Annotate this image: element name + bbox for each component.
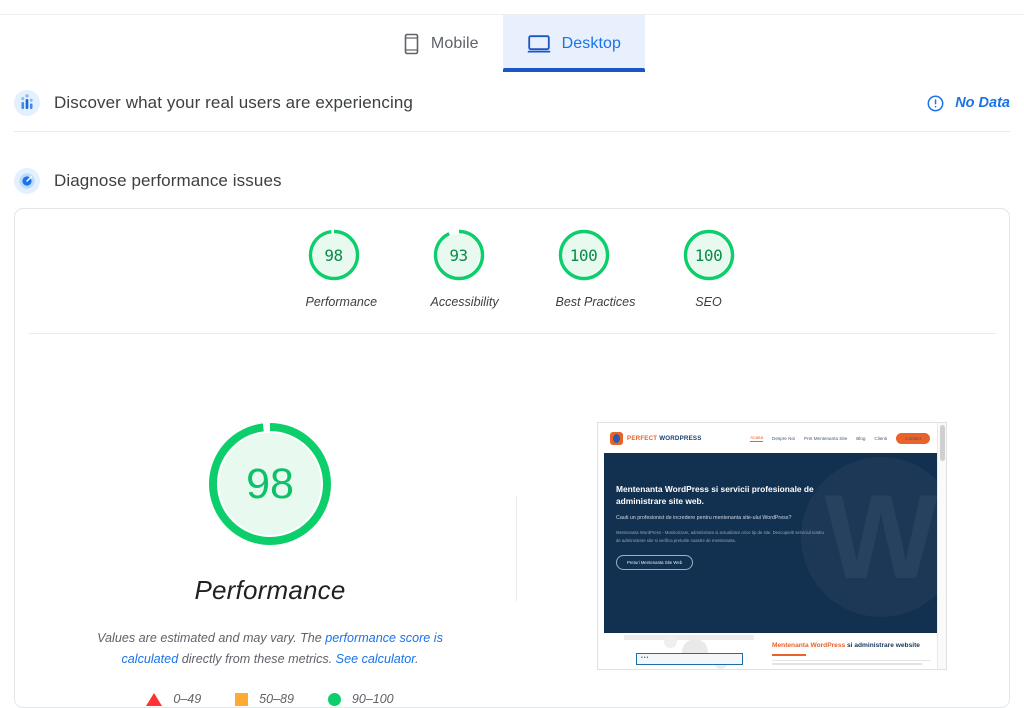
thumb-navbar: PERFECT WORDPRESS Acasa Despre Noi Pret …: [598, 423, 939, 453]
tab-mobile[interactable]: Mobile: [379, 15, 503, 72]
thumb-footer-text: Mentenanta WordPress si administrare web…: [772, 641, 932, 667]
desktop-icon: [527, 34, 551, 54]
field-data-icon: [14, 90, 40, 116]
pagespeed-report: Mobile Desktop Discover what your real u…: [0, 0, 1024, 708]
category-score-label: SEO: [695, 295, 722, 309]
thumb-nav-item: Despre Noi: [772, 435, 796, 441]
thumb-footer-lines: [772, 659, 932, 666]
thumb-footer-title: Mentenanta WordPress si administrare web…: [772, 641, 932, 651]
score-legend: 0–49 50–89 90–100: [45, 692, 495, 706]
info-circle-icon: [927, 95, 944, 112]
thumb-footer-section: Mentenanta WordPress si administrare web…: [604, 633, 939, 669]
gauge-ring: 98: [306, 227, 362, 283]
legend-range: 90–100: [351, 692, 394, 706]
lighthouse-results-card: 98 Performance 93 Accessibility 100 Best…: [14, 208, 1010, 708]
thumb-scrollbar[interactable]: [937, 423, 946, 669]
legend-item-fail: 0–49: [146, 692, 201, 706]
thumb-input-field: [636, 653, 743, 665]
square-icon: [235, 692, 249, 706]
thumb-logo-blue: WORDPRESS: [659, 434, 702, 442]
diagnose-icon: [14, 168, 40, 194]
card-divider: [29, 333, 996, 334]
field-data-section-header: Discover what your real users are experi…: [14, 88, 1010, 118]
thumb-footer-accent: [772, 654, 806, 656]
legend-item-average: 50–89: [235, 692, 294, 706]
category-score-value: 93: [449, 245, 468, 265]
diagnose-section-header: Diagnose performance issues: [14, 166, 1010, 196]
mobile-icon: [403, 33, 420, 55]
thumb-logo: PERFECT WORDPRESS: [610, 431, 702, 445]
gauge-ring: 100: [681, 227, 737, 283]
thumb-footer-title-blue: si administrare website: [847, 642, 920, 649]
category-score-value: 98: [324, 245, 343, 265]
tab-mobile-label: Mobile: [430, 34, 479, 52]
field-data-divider: [14, 131, 1010, 132]
category-score-label: Best Practices: [555, 295, 636, 309]
device-tab-bar: Mobile Desktop: [0, 14, 1024, 72]
page-screenshot-thumbnail[interactable]: PERFECT WORDPRESS Acasa Despre Noi Pret …: [597, 422, 947, 670]
category-score-list: 98 Performance 93 Accessibility 100 Best…: [15, 227, 1011, 309]
performance-description: Values are estimated and may vary. The p…: [45, 628, 495, 670]
thumb-logo-text: PERFECT WORDPRESS: [627, 435, 702, 442]
performance-gauge: 98: [205, 419, 335, 549]
thumb-logo-mark: [610, 431, 623, 445]
desc-text-2: directly from these metrics.: [178, 652, 336, 666]
wordpress-w-icon: W: [824, 470, 938, 604]
field-data-status-label: No Data: [955, 95, 1010, 111]
thumb-nav-item: Acasa: [750, 434, 764, 442]
category-score-label: Performance: [305, 295, 378, 309]
performance-title: Performance: [194, 575, 346, 605]
desc-text-1: Values are estimated and may vary. The: [97, 631, 326, 645]
tab-desktop-label: Desktop: [561, 34, 622, 52]
thumb-nav-item: Clienti: [874, 435, 888, 441]
category-score-accessibility[interactable]: 93 Accessibility: [430, 227, 499, 309]
triangle-icon: [146, 692, 163, 706]
tab-desktop[interactable]: Desktop: [502, 15, 646, 72]
legend-item-pass: 90–100: [327, 692, 394, 706]
category-score-value: 100: [694, 245, 723, 265]
tab-active-indicator: [502, 68, 646, 72]
diagnose-title: Diagnose performance issues: [54, 171, 282, 190]
category-score-performance[interactable]: 98 Performance: [305, 227, 378, 309]
thumb-hero-body: Mentenanta WordPress - Monitorizam, admi…: [616, 530, 824, 543]
performance-score-value: 98: [246, 459, 294, 508]
thumb-footer-title-orange: Mentenanta WordPress: [772, 642, 847, 649]
field-data-title: Discover what your real users are experi…: [54, 93, 413, 112]
thumb-hero-subheading: Cauti un profesionist de incredere pentr…: [616, 515, 792, 521]
performance-summary: 98 Performance Values are estimated and …: [45, 419, 495, 670]
legend-range: 0–49: [173, 692, 202, 706]
thumb-hero-button: Preturi Mentenanta Site Web: [616, 555, 694, 570]
thumb-nav-item: Pret Mentenanta Site: [804, 435, 848, 441]
desc-text-3: .: [415, 652, 419, 666]
category-score-label: Accessibility: [430, 295, 499, 309]
thumb-logo-orange: PERFECT: [627, 434, 660, 442]
gauge-ring: 100: [556, 227, 612, 283]
thumb-nav-item: Blog: [856, 435, 866, 441]
thumb-nav-items: Acasa Despre Noi Pret Mentenanta Site Bl…: [750, 432, 930, 444]
thumb-hero-heading: Mentenanta WordPress si servicii profesi…: [616, 484, 814, 506]
thumb-hero-text: Mentenanta WordPress si servicii profesi…: [616, 483, 826, 570]
see-calculator-link[interactable]: See calculator: [336, 652, 415, 666]
category-score-value: 100: [569, 245, 598, 265]
thumb-scrollbar-knob[interactable]: [940, 425, 945, 461]
thumb-hero: W Mentenanta WordPress si servicii profe…: [604, 453, 939, 633]
gear-icon: [664, 635, 677, 648]
gauge-ring: 93: [431, 227, 487, 283]
legend-range: 50–89: [259, 692, 294, 706]
field-data-status[interactable]: No Data: [927, 95, 1010, 112]
vertical-divider: [516, 496, 517, 601]
category-score-best-practices[interactable]: 100 Best Practices: [555, 227, 636, 309]
category-score-seo[interactable]: 100 SEO: [681, 227, 737, 309]
circle-icon: [327, 692, 341, 706]
thumb-contact-button: Contact: [896, 432, 930, 444]
